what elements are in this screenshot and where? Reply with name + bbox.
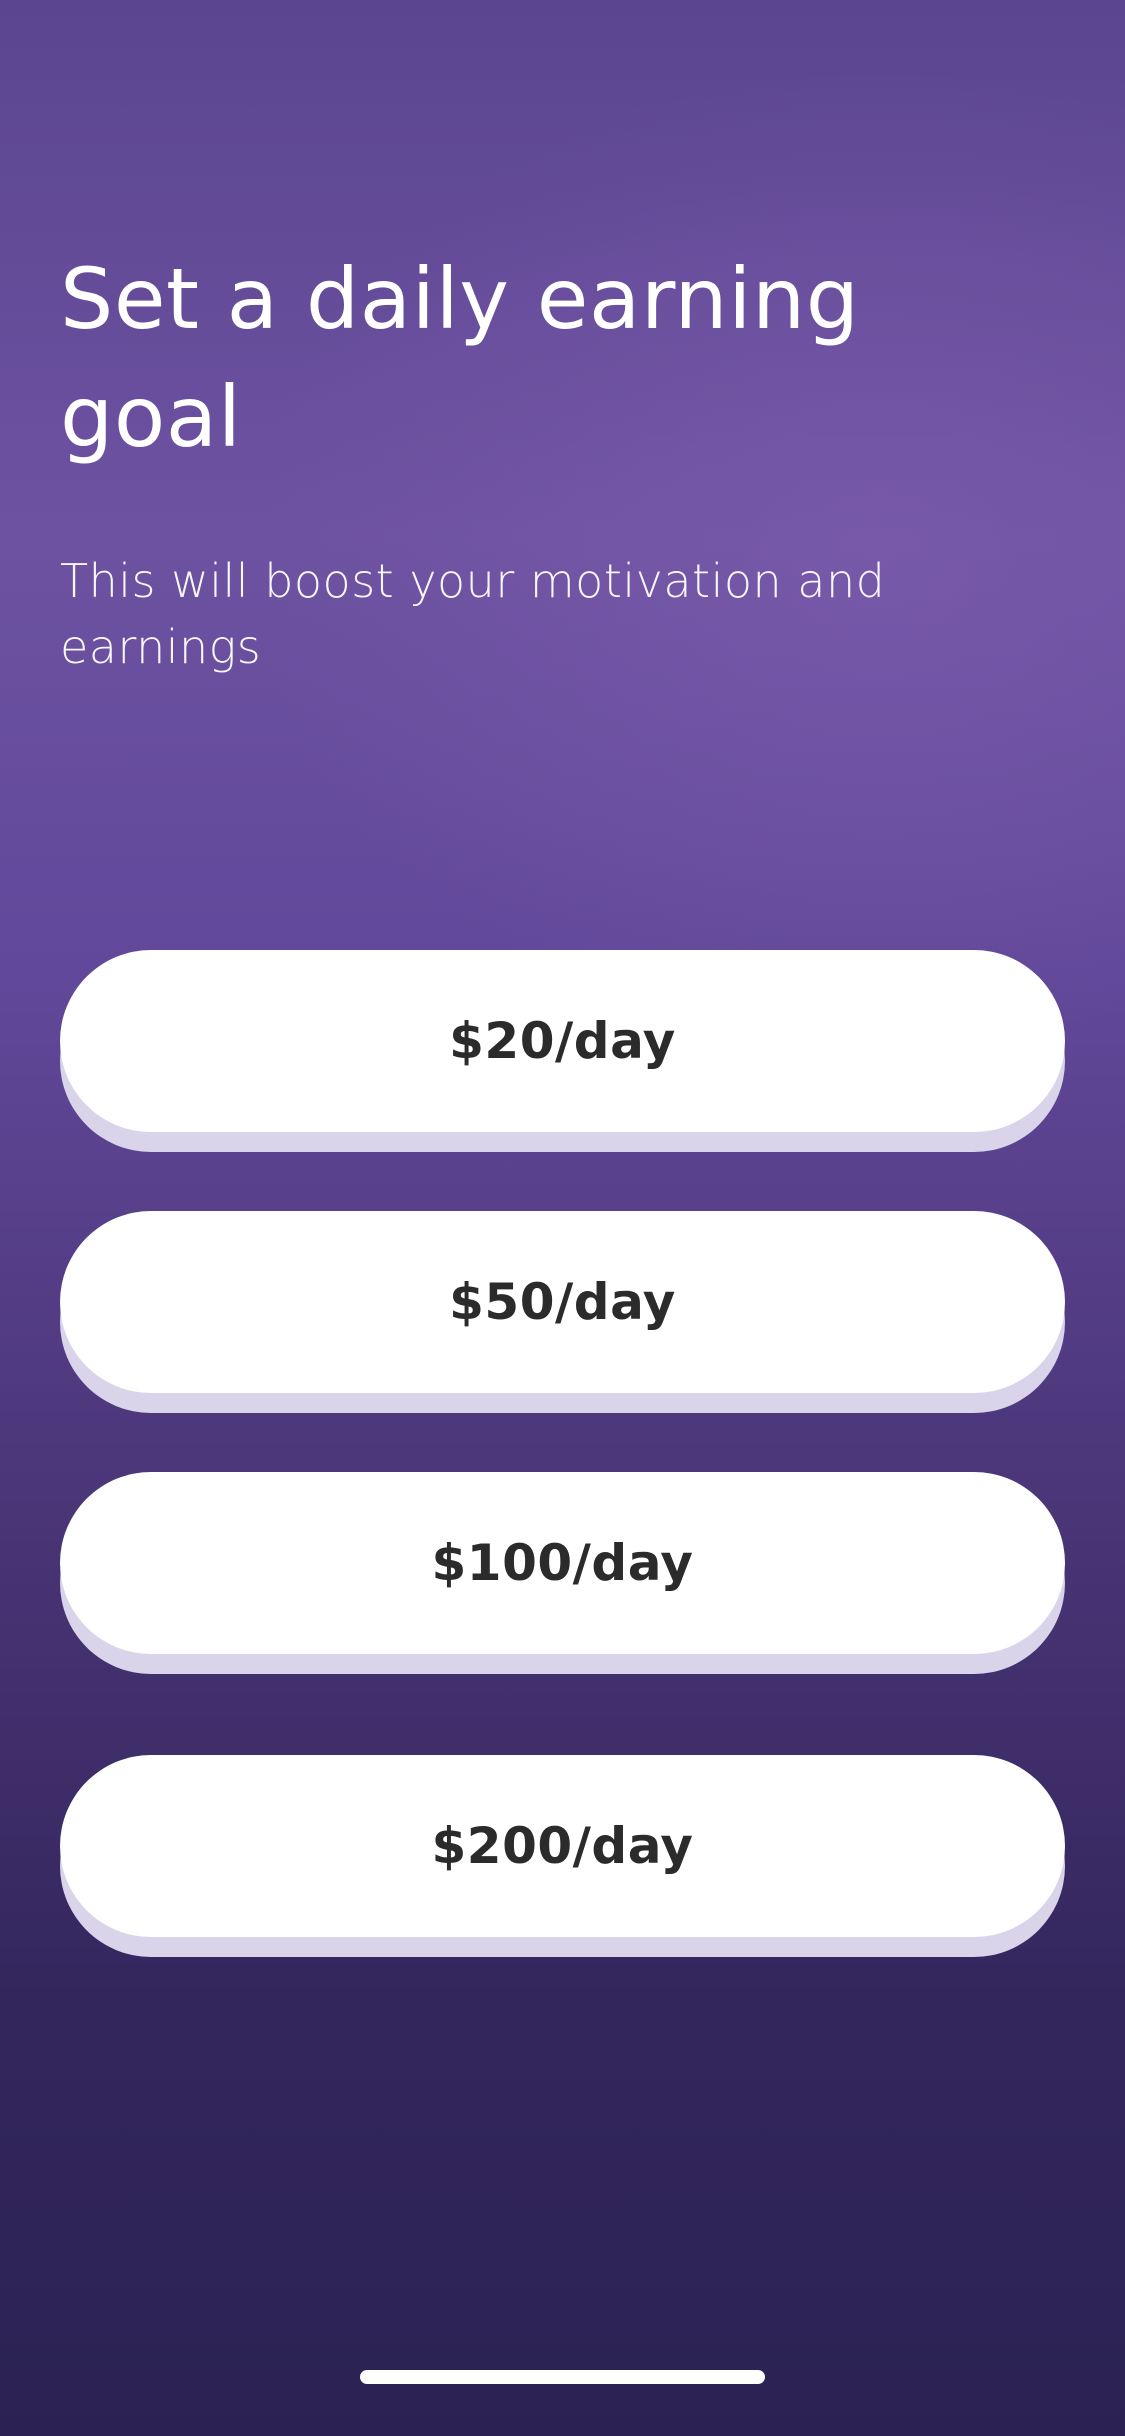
goal-option-label: $100/day — [431, 1534, 694, 1592]
goal-option-label: $200/day — [431, 1817, 694, 1875]
goal-option-50-button[interactable]: $50/day — [60, 1211, 1065, 1393]
goal-screen: Set a daily earning goal This will boost… — [0, 0, 1125, 2436]
page-subtitle: This will boost your motivation and earn… — [60, 554, 886, 674]
goal-option-20-button[interactable]: $20/day — [60, 950, 1065, 1132]
goal-option-label: $50/day — [449, 1273, 676, 1331]
goal-option-200-button[interactable]: $200/day — [60, 1755, 1065, 1937]
goal-option-label: $20/day — [449, 1012, 676, 1070]
goal-option-100-button[interactable]: $100/day — [60, 1472, 1065, 1654]
home-indicator[interactable] — [360, 2370, 765, 2384]
page-title: Set a daily earning goal — [60, 250, 860, 466]
